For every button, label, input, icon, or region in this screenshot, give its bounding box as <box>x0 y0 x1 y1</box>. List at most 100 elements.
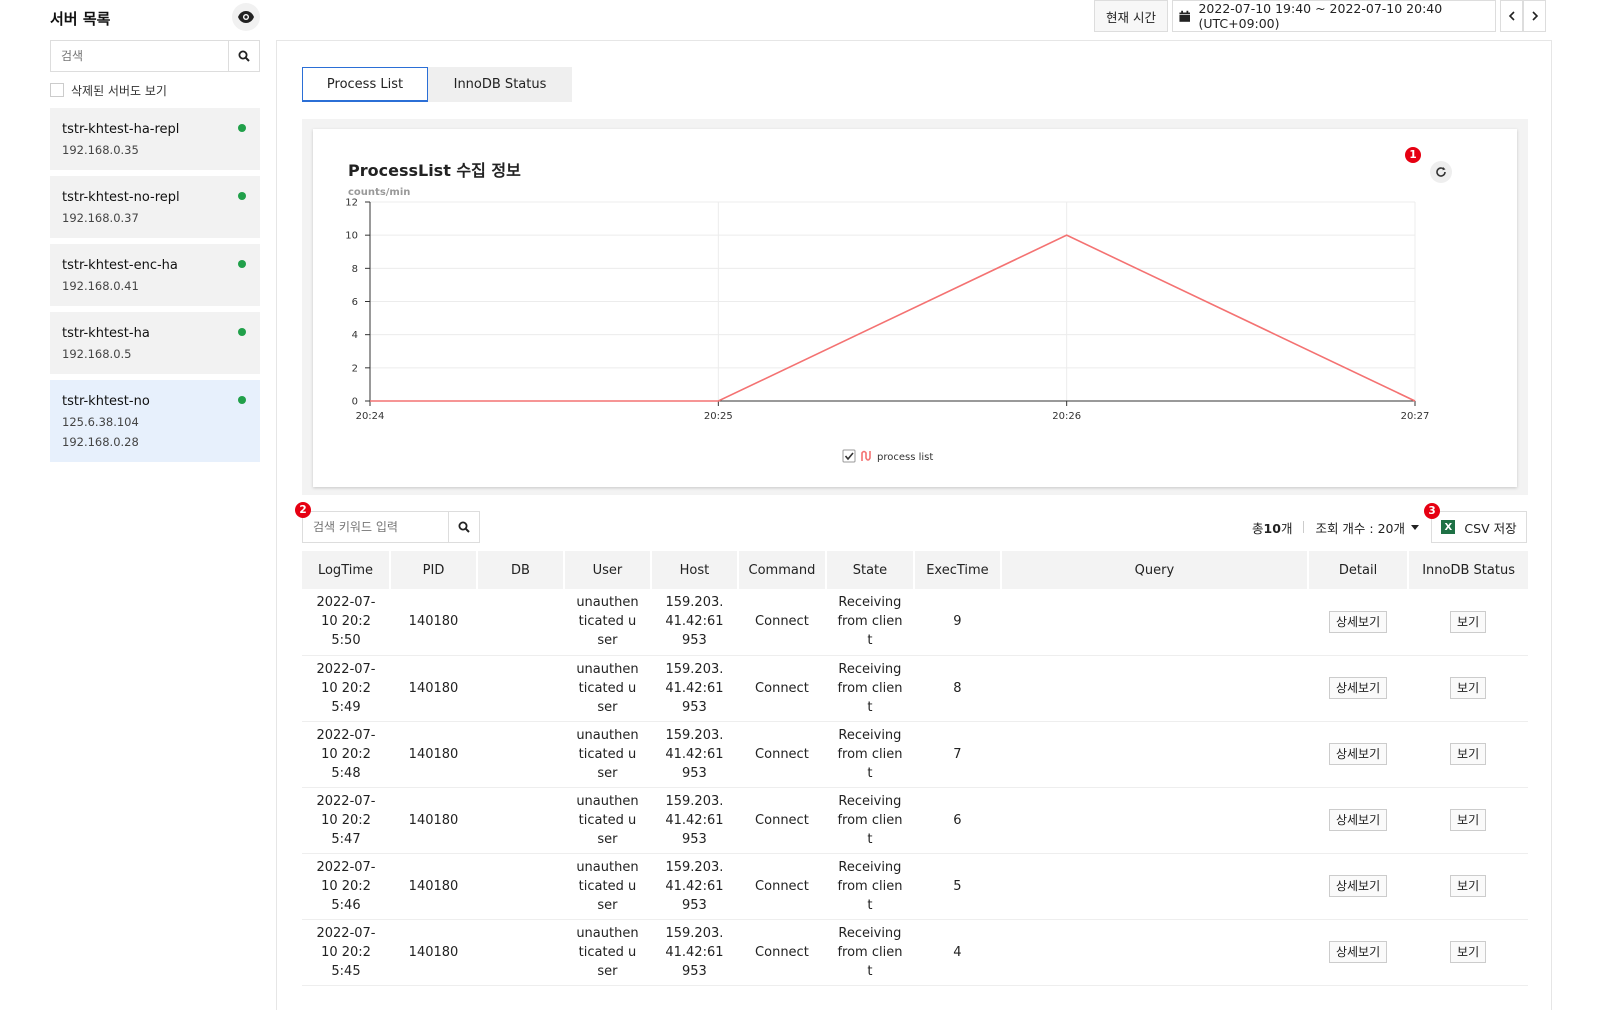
current-time-button[interactable]: 현재 시간 <box>1094 0 1168 32</box>
detail-button[interactable]: 상세보기 <box>1328 941 1388 963</box>
detail-button[interactable]: 상세보기 <box>1328 809 1388 831</box>
cell-detail: 상세보기 <box>1307 655 1409 722</box>
cell-query <box>1000 787 1308 854</box>
total-count: 총10개 <box>1252 518 1292 537</box>
y-axis-label: counts/min <box>348 187 410 198</box>
cell-detail: 상세보기 <box>1307 853 1409 920</box>
series-line <box>370 234 1416 402</box>
show-deleted-checkbox[interactable] <box>50 83 64 97</box>
innodb-view-button[interactable]: 보기 <box>1450 677 1487 699</box>
server-item[interactable]: tstr-khtest-enc-ha 192.168.0.41 <box>50 244 260 306</box>
cell-query <box>1000 655 1308 722</box>
innodb-view-button[interactable]: 보기 <box>1450 941 1487 963</box>
detail-button[interactable]: 상세보기 <box>1328 743 1388 765</box>
server-item[interactable]: tstr-khtest-no-repl 192.168.0.37 <box>50 176 260 238</box>
cell-logtime: 2022-07-10 20:25:48 <box>302 721 390 788</box>
column-header: State <box>825 551 915 589</box>
innodb-view-button[interactable]: 보기 <box>1450 743 1487 765</box>
y-tick-label: 6 <box>352 297 358 308</box>
detail-button[interactable]: 상세보기 <box>1328 875 1388 897</box>
table-row[interactable]: 2022-07-10 20:25:48 140180 unauthenticated… <box>302 721 1528 788</box>
legend-series-icon <box>861 450 871 461</box>
search-icon[interactable] <box>228 40 260 72</box>
divider <box>1303 521 1305 533</box>
x-tick-label: 20:24 <box>356 411 385 422</box>
tab-innodb-status[interactable]: InnoDB Status <box>428 67 572 102</box>
server-item[interactable]: tstr-khtest-no 125.6.38.104 192.168.0.28 <box>50 380 260 462</box>
total-number: 10 <box>1263 520 1281 536</box>
pid-value: 140180 <box>408 614 459 630</box>
time-range-picker[interactable]: 2022-07-10 19:40 ~ 2022-07-10 20:40 (UTC… <box>1172 0 1496 32</box>
table-row[interactable]: 2022-07-10 20:25:49 140180 unauthenticated… <box>302 655 1528 722</box>
status-dot-icon <box>238 396 246 404</box>
next-range-button[interactable] <box>1523 0 1546 32</box>
search-icon[interactable] <box>448 511 480 543</box>
pid-value: 140180 <box>408 812 459 828</box>
cell-exectime: 4 <box>913 919 1001 986</box>
time-controls: 현재 시간 2022-07-10 19:40 ~ 2022-07-10 20:4… <box>1094 0 1546 32</box>
tab-process-list[interactable]: Process List <box>302 67 428 102</box>
sidebar-header: 서버 목록 <box>50 0 260 34</box>
cell-innodb: 보기 <box>1408 853 1528 920</box>
state-value: Receiving from client <box>837 925 903 979</box>
cell-innodb: 보기 <box>1408 589 1528 656</box>
prev-range-button[interactable] <box>1500 0 1523 32</box>
command-value: Connect <box>755 944 809 960</box>
exectime-value: 4 <box>953 944 962 960</box>
cell-user: unauthenticated user <box>563 721 651 788</box>
caret-down-icon <box>1411 524 1419 530</box>
table-row[interactable]: 2022-07-10 20:25:50 140180 unauthenticated… <box>302 589 1528 656</box>
cell-state: Receiving from client <box>825 853 914 920</box>
cell-pid: 140180 <box>390 787 477 854</box>
command-value: Connect <box>755 812 809 828</box>
server-name: tstr-khtest-no-repl <box>62 190 180 205</box>
innodb-view-button[interactable]: 보기 <box>1450 875 1487 897</box>
status-dot-icon <box>238 192 246 200</box>
annotation-badge-2: 2 <box>295 502 311 518</box>
cell-exectime: 5 <box>913 853 1001 920</box>
table-row[interactable]: 2022-07-10 20:25:45 140180 unauthenticated… <box>302 919 1528 986</box>
exectime-value: 9 <box>953 614 962 630</box>
eye-icon[interactable] <box>232 3 260 31</box>
show-deleted-toggle[interactable]: 삭제된 서버도 보기 <box>50 82 260 98</box>
table-row[interactable]: 2022-07-10 20:25:47 140180 unauthenticated… <box>302 787 1528 854</box>
csv-export-button[interactable]: X CSV 저장 3 <box>1424 503 1527 543</box>
command-value: Connect <box>755 680 809 696</box>
innodb-view-button[interactable]: 보기 <box>1450 610 1487 633</box>
server-search-input[interactable] <box>50 40 228 72</box>
table-body: 2022-07-10 20:25:50 140180 unauthenticated… <box>302 589 1528 986</box>
cell-pid: 140180 <box>390 919 477 986</box>
user-value: unauthenticated user <box>576 727 639 781</box>
state-value: Receiving from client <box>837 793 903 847</box>
innodb-view-button[interactable]: 보기 <box>1450 809 1487 831</box>
cell-innodb: 보기 <box>1408 787 1528 854</box>
keyword-search-input[interactable] <box>302 511 448 543</box>
page-size-label: 조회 개수 : 20개 <box>1315 520 1405 536</box>
server-item[interactable]: tstr-khtest-ha 192.168.0.5 <box>50 312 260 374</box>
cell-user: unauthenticated user <box>563 853 651 920</box>
show-deleted-label: 삭제된 서버도 보기 <box>71 83 167 98</box>
column-header: Detail <box>1307 551 1410 589</box>
command-value: Connect <box>755 878 809 894</box>
cell-host: 159.203.41.42:61953 <box>650 919 738 986</box>
detail-button[interactable]: 상세보기 <box>1328 610 1388 633</box>
table-row[interactable]: 2022-07-10 20:25:46 140180 unauthenticated… <box>302 853 1528 920</box>
cell-user: unauthenticated user <box>563 655 651 722</box>
detail-button[interactable]: 상세보기 <box>1328 677 1388 699</box>
column-header: PID <box>390 551 478 589</box>
cell-host: 159.203.41.42:61953 <box>650 853 738 920</box>
cell-state: Receiving from client <box>825 589 914 656</box>
server-item[interactable]: tstr-khtest-ha-repl 192.168.0.35 <box>50 108 260 170</box>
server-search <box>50 40 260 72</box>
cell-logtime: 2022-07-10 20:25:47 <box>302 787 390 854</box>
host-value: 159.203.41.42:61953 <box>665 595 724 649</box>
cell-host: 159.203.41.42:61953 <box>650 589 738 656</box>
page-size-select[interactable]: 조회 개수 : 20개 <box>1315 518 1419 537</box>
annotation-badge-3: 3 <box>1424 503 1440 519</box>
cell-state: Receiving from client <box>825 919 914 986</box>
pid-value: 140180 <box>408 680 459 696</box>
column-header: DB <box>476 551 565 589</box>
y-tick-label: 4 <box>352 330 358 341</box>
cell-user: unauthenticated user <box>563 919 651 986</box>
status-dot-icon <box>238 260 246 268</box>
